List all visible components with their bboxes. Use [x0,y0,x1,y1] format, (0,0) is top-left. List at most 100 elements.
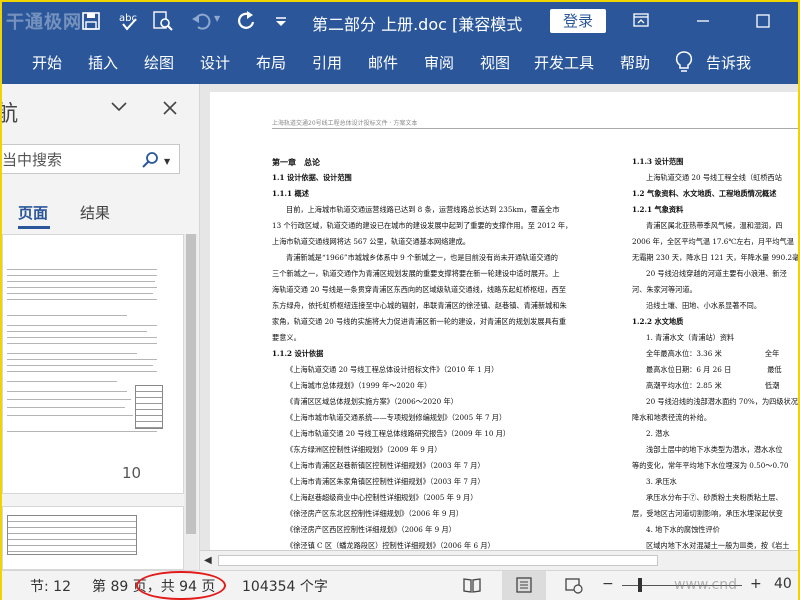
left-line: 上海市轨道交通线网将达 567 公里，轨道交通基本网络建成。 [272,237,470,246]
tab-developer[interactable]: 开发工具 [534,52,594,73]
left-line: 《上海市轨道交通 20 号线工程总体线路研究报告》（2009 年 10 月） [286,429,511,438]
right-line: 层，受地区古河道切割影响，承压水埋深起伏变 [632,509,783,518]
left-line: 《上海市城市轨道交通系统——专项规划修编规划》（2005 年 7 月） [286,413,507,422]
right-line: 1.2.1 气象资料 [632,205,684,214]
status-bar: 节: 12 第 89 页，共 94 页 104354 个字 − www.cnd … [2,570,798,600]
save-icon[interactable] [80,10,102,32]
document-page[interactable]: 上海轨道交通20号线工程总体设计投标文件 · 方案文本 第一章 总论 1.1 设计… [210,92,798,552]
right-line: 1.1.3 设计范围 [632,157,684,166]
right-line: 1.2 气象资料、水文地质、工程地质情况概述 [632,189,777,198]
tab-insert[interactable]: 插入 [88,52,118,73]
left-line: 《上海轨道交通 20 号线工程总体设计招标文件》（2010 年 1 月） [286,365,499,374]
tab-draw[interactable]: 绘图 [144,52,174,73]
page-header: 上海轨道交通20号线工程总体设计投标文件 · 方案文本 [272,120,418,127]
right-line: 4. 地下水的腐蚀性评价 [646,525,720,534]
left-line: 《青浦区区域总体规划实施方案》（2006～2020 年） [286,397,458,406]
tab-mailings[interactable]: 邮件 [368,52,398,73]
find-replace-icon[interactable] [152,10,174,32]
search-icon[interactable] [142,151,160,169]
left-line: 要意义。 [272,333,301,342]
right-line: 2. 潜水 [646,429,670,438]
window-title: 第二部分 上册.doc [兼容模式 [312,15,523,34]
ribbon-tabs: 开始 插入 绘图 设计 布局 引用 邮件 审阅 视图 开发工具 帮助 告诉我 [2,40,798,84]
status-word-count[interactable]: 104354 个字 [242,576,328,596]
zoom-in-icon[interactable]: + [750,576,762,592]
web-layout-icon[interactable] [564,576,584,594]
zoom-level[interactable]: 40 [774,576,792,592]
left-column: 第一章 总论 1.1 设计依据、设计范围 1.1.1 概述 目前，上海城市轨道交通运营… [272,154,572,554]
document-area: 上海轨道交通20号线工程总体设计投标文件 · 方案文本 第一章 总论 1.1 设计… [200,84,798,570]
horizontal-scroll-thumb[interactable] [218,555,658,566]
thumbnail-table [135,385,163,429]
right-line: 全年最高水位：3.36 米 全年 [646,349,780,358]
tab-view[interactable]: 视图 [480,52,510,73]
search-options-dropdown-icon[interactable]: ▼ [164,157,170,166]
tell-me-search[interactable]: 告诉我 [706,52,751,73]
nav-search-input[interactable]: 当中搜索 ▼ [2,144,180,174]
print-layout-icon[interactable] [514,576,534,594]
redo-icon[interactable] [236,10,258,32]
scroll-left-icon[interactable]: ◀ [204,555,212,566]
page-thumbnail[interactable] [2,234,184,494]
right-line: 最高水位日期：6 月 26 日 最低 [646,365,782,374]
undo-dropdown-icon[interactable]: ▼ [214,14,220,23]
active-tab-indicator [18,226,50,229]
right-line: 20 号线沿线穿越的河道主要有小浪港、新泾 [646,269,787,278]
right-line: 降水和地表径流的补给。 [632,413,712,422]
page-thumbnail-next[interactable] [2,506,184,570]
lightbulb-icon[interactable] [674,50,694,74]
right-line: 承压水分布于⑦、砂质粉土夹粉质粘土层、 [646,493,783,502]
right-line: 河、朱家河等河道。 [632,285,697,294]
status-section[interactable]: 节: 12 [30,576,71,596]
right-line: 1. 青浦水文（青浦站）资料 [646,333,735,342]
right-line: 3. 承压水 [646,477,677,486]
tab-references[interactable]: 引用 [312,52,342,73]
annotation-ellipse [136,571,226,600]
right-line: 20 号线沿线的浅部潜水面约 70%，为四级状况 [646,397,798,406]
tab-results[interactable]: 结果 [80,202,110,223]
nav-pane-title: 航 [2,96,18,128]
right-line: 1.2.2 水文地质 [632,317,684,326]
left-line: 《徐泾房产区西区控制性详细规划》（2006 年 9 月） [286,525,456,534]
thumbnail-page-number: 10 [122,464,142,482]
read-mode-icon[interactable] [462,576,482,594]
left-line: 青浦新城是“1966”市城城乡体系中 9 个新城之一，也是目前没有尚未开通轨道交… [286,253,558,262]
tab-layout[interactable]: 布局 [256,52,286,73]
maximize-icon[interactable] [748,8,778,34]
left-line: 《徐泾房产区东北区控制性详细规划》（2006 年 9 月） [286,509,464,518]
tab-help[interactable]: 帮助 [620,52,650,73]
ribbon-display-options-icon[interactable] [626,8,656,34]
left-line: 1.1.1 概述 [272,189,309,198]
customize-toolbar-icon[interactable] [270,10,292,32]
tab-review[interactable]: 审阅 [424,52,454,73]
tab-home[interactable]: 开始 [32,52,62,73]
right-line: 等的变化，常年平均地下水位埋深为 0.50～0.70 [632,461,789,470]
nav-scroll-thumb[interactable] [186,234,196,534]
nav-search-placeholder: 当中搜索 [2,151,63,169]
watermark-url: www.cnd [674,577,737,593]
right-line: 无霜期 230 天，降水日 121 天，年降水量 990.2毫 [632,253,798,262]
right-line: 高潮平均水位：2.85 米 低潮 [646,381,780,390]
left-line: 海轨道交通 20 号线是一条贯穿青浦区东西向的区域级轨道交通线，线路东起虹桥枢纽… [272,285,567,294]
right-line: 2006 年，全区平均气温 17.6℃左右，月平均气温 [632,237,794,246]
tab-pages[interactable]: 页面 [18,202,48,223]
left-line: 《上海市青浦区赵巷新镇区控制性详细规划》（2003 年 7 月） [286,461,485,470]
spelling-check-icon[interactable]: abc [118,10,140,32]
tab-design[interactable]: 设计 [200,52,230,73]
login-button[interactable]: 登录 [550,9,606,33]
undo-icon[interactable] [190,10,212,32]
minimize-icon[interactable] [688,8,718,34]
zoom-out-icon[interactable]: − [602,576,614,592]
header-rule [272,128,798,129]
watermark-logo: 干通极网 [6,12,82,33]
left-line: 1.1.2 设计依据 [272,349,324,358]
left-line: 《上海市青浦区朱家角镇区控制性详细规划》（2003 年 7 月） [286,477,485,486]
right-line: 上海轨道交通 20 号线工程全线（虹桥西站 [646,173,782,182]
chevron-down-icon[interactable] [110,100,128,114]
close-icon[interactable] [162,100,178,116]
left-line: 13 个行政区域，轨道交通的建设已在城市的建设发展中起到了重要的支撑作用。至 2… [272,221,573,230]
right-column: 1.1.3 设计范围上海轨道交通 20 号线工程全线（虹桥西站 1.2 气象资料、… [632,154,798,554]
left-line: 1.1 设计依据、设计范围 [272,173,352,182]
horizontal-scrollbar[interactable]: ◀ [200,550,798,570]
zoom-slider-thumb[interactable] [638,578,642,592]
